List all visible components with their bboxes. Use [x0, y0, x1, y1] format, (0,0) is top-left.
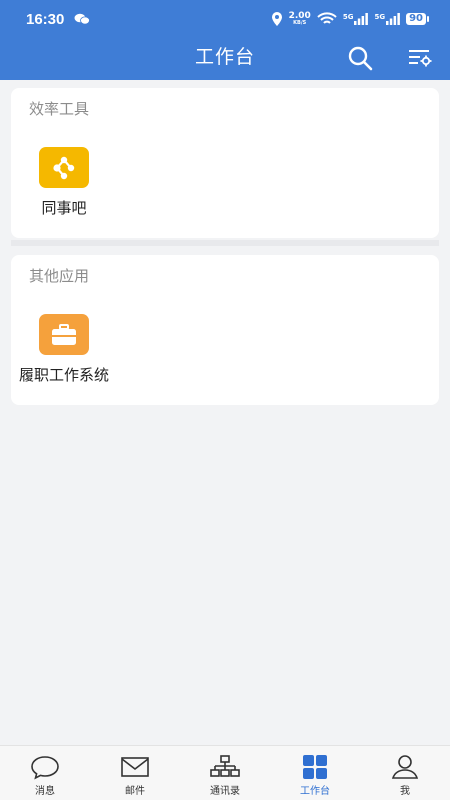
signal-bars-icon — [354, 13, 369, 25]
status-bar: 16:30 2.00 KB/S 5G 5G 90 — [0, 0, 450, 38]
nav-mail[interactable]: 邮件 — [90, 746, 180, 800]
nav-workbench[interactable]: 工作台 — [270, 746, 360, 800]
page-title: 工作台 — [194, 46, 255, 68]
bottom-nav: 消息 邮件 通讯录 工作台 我 — [0, 745, 450, 800]
section-other-apps: 其他应用 履职工作系统 — [11, 255, 439, 405]
search-icon[interactable] — [346, 44, 374, 72]
signal-1: 5G — [343, 13, 369, 25]
section-title: 效率工具 — [29, 100, 90, 118]
nav-contacts[interactable]: 通讯录 — [180, 746, 270, 800]
signal-bars-icon — [386, 13, 400, 25]
org-chart-icon — [210, 755, 240, 777]
nav-label: 消息 — [35, 786, 55, 797]
header: 工作台 — [0, 38, 450, 80]
grid-icon — [303, 755, 327, 779]
network-speed: 2.00 KB/S — [289, 12, 311, 27]
nav-messages[interactable]: 消息 — [0, 746, 90, 800]
chat-bubble-icon — [31, 756, 59, 780]
nav-me[interactable]: 我 — [360, 746, 450, 800]
signal-1-label: 5G — [342, 13, 354, 21]
nav-label: 通讯录 — [210, 786, 240, 797]
signal-2: 5G — [374, 13, 400, 25]
app-tongshiba[interactable]: 同事吧 — [14, 147, 114, 216]
nav-label: 工作台 — [300, 786, 330, 797]
signal-2-label: 5G — [374, 13, 386, 21]
briefcase-icon — [39, 314, 89, 355]
nav-label: 我 — [400, 786, 410, 797]
mail-icon — [121, 757, 149, 777]
app-label: 同事吧 — [41, 199, 87, 217]
app-label: 履职工作系统 — [18, 366, 109, 384]
section-efficiency-tools: 效率工具 同事吧 — [11, 88, 439, 238]
share-network-icon — [39, 147, 89, 188]
location-icon — [271, 12, 282, 26]
status-indicators: 2.00 KB/S 5G 5G 90 — [271, 12, 429, 27]
section-divider — [11, 240, 439, 246]
app-lvzhi-work-system[interactable]: 履职工作系统 — [14, 314, 114, 383]
wechat-icon — [74, 13, 91, 25]
top-bar: 16:30 2.00 KB/S 5G 5G 90 工作台 — [0, 0, 450, 80]
person-icon — [391, 755, 419, 779]
section-title: 其他应用 — [29, 267, 90, 285]
status-time: 16:30 — [26, 10, 65, 28]
wifi-icon — [317, 12, 337, 24]
settings-list-icon[interactable] — [407, 46, 433, 70]
nav-label: 邮件 — [125, 786, 145, 797]
battery-indicator: 90 — [406, 13, 429, 25]
